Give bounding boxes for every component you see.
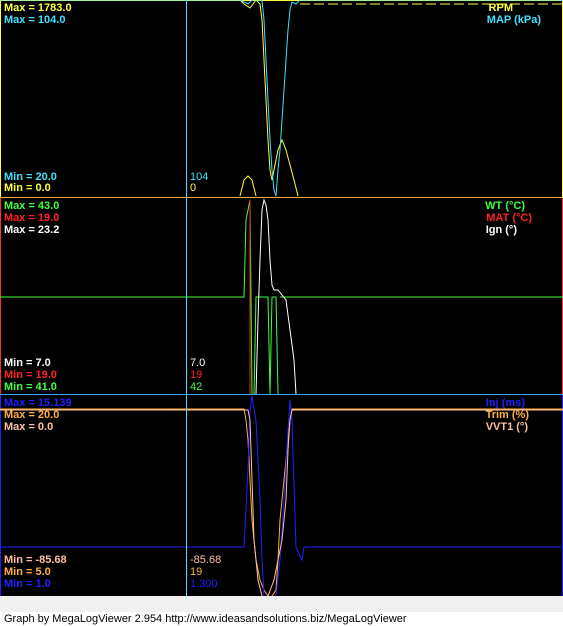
vvt-max-label: Max = 0.0: [4, 421, 54, 433]
inj-trace: [0, 395, 563, 597]
wt-min-label: Min = 41.0: [4, 381, 57, 393]
log-graph-area[interactable]: Max = 1783.0 Max = 104.0 Min = 20.0 Min …: [0, 0, 563, 626]
inj-max-label: Max = 15.139: [4, 397, 72, 409]
footer-credit: Graph by MegaLogViewer 2.954 http://www.…: [0, 612, 563, 626]
trim-max-label: Max = 20.0: [4, 409, 60, 421]
vvt-min-label: Min = -85.68: [4, 554, 67, 566]
rpm-trace: [0, 0, 299, 197]
map-trace: [0, 0, 563, 197]
map-legend: MAP (kPa): [486, 14, 541, 26]
vvt-legend: VVT1 (°): [485, 421, 528, 433]
trim-cursor-value: 19: [190, 566, 203, 578]
ign-legend: Ign (°): [485, 224, 517, 236]
ign-min-label: Min = 7.0: [4, 357, 51, 369]
wt-trace: [0, 199, 563, 395]
ign-max-label: Max = 23.2: [4, 224, 60, 236]
rpm-legend: RPM: [488, 2, 513, 14]
wt-max-label: Max = 43.0: [4, 200, 60, 212]
vvt-cursor-value: -85.68: [190, 554, 222, 566]
inj-legend: Inj (ms): [485, 397, 525, 409]
mat-legend: MAT (°C): [486, 212, 532, 224]
wt-legend: WT (°C): [485, 200, 525, 212]
wt-cursor-value: 42: [190, 381, 203, 393]
inj-cursor-value: 1.300: [190, 578, 218, 590]
trim-legend: Trim (%): [485, 409, 529, 421]
inj-min-label: Min = 1.0: [4, 578, 51, 590]
mat-min-label: Min = 19.0: [4, 369, 57, 381]
map-max-label: Max = 104.0: [4, 14, 66, 26]
mat-cursor-value: 19: [190, 369, 203, 381]
panel-inj-trim-vvt: [0, 394, 563, 597]
mat-max-label: Max = 19.0: [4, 212, 60, 224]
trim-trace: [0, 408, 563, 597]
footer-band: [0, 596, 563, 612]
trim-min-label: Min = 5.0: [4, 566, 51, 578]
panel-temps-ign: [0, 197, 563, 395]
rpm-max-label: Max = 1783.0: [4, 2, 72, 14]
rpm-cursor-value: 0: [190, 182, 197, 194]
ign-cursor-value: 7.0: [190, 357, 206, 369]
log-graph-canvas[interactable]: [0, 0, 563, 626]
rpm-min-label: Min = 0.0: [4, 182, 51, 194]
panel-rpm-map: [0, 0, 563, 198]
